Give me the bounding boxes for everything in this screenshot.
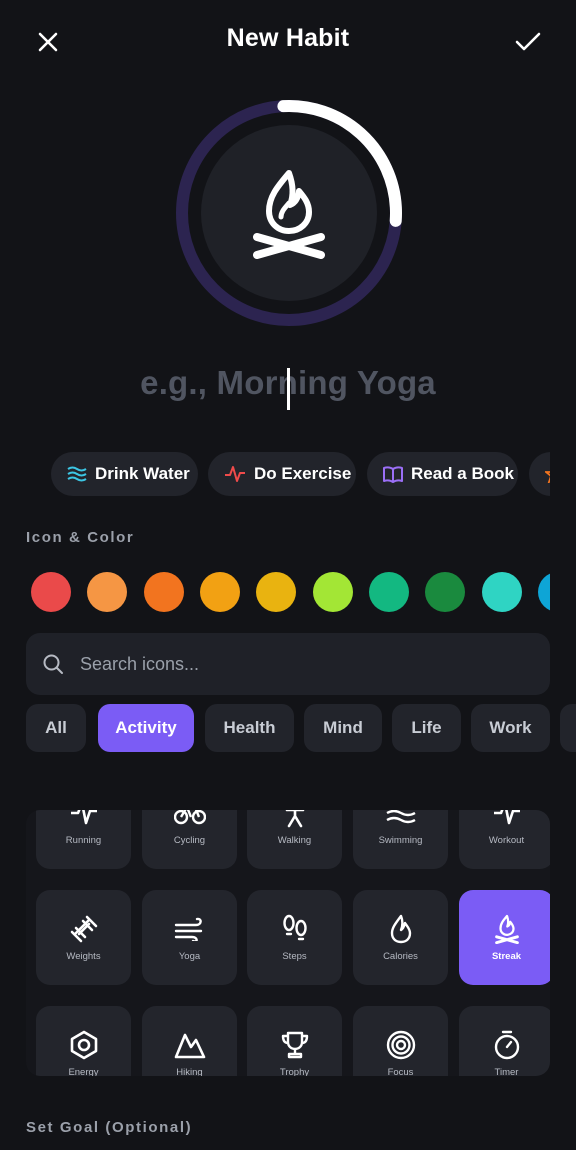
icon-tile-energy[interactable]: Energy <box>36 1006 131 1076</box>
icon-tile-weights[interactable]: Weights <box>36 890 131 985</box>
campfire-icon <box>494 914 519 944</box>
text-caret <box>287 368 290 410</box>
timer-icon <box>494 1030 519 1060</box>
icon-label: Timer <box>494 1067 519 1076</box>
search-icon <box>43 654 63 674</box>
tab-health[interactable]: Health <box>205 704 294 752</box>
icon-tile-workout[interactable]: Workout <box>459 810 550 869</box>
icon-label: Calories <box>383 951 418 962</box>
tab-more[interactable] <box>560 704 576 752</box>
icon-label: Yoga <box>178 951 201 962</box>
pulse-icon <box>225 466 245 482</box>
color-swatch-red[interactable] <box>31 572 71 612</box>
check-icon <box>515 32 541 51</box>
icon-tile-running[interactable]: Running <box>36 810 131 869</box>
icon-label: Running <box>65 835 102 846</box>
hexagon-icon <box>70 1030 97 1060</box>
wind-icon <box>174 917 202 941</box>
icon-label: Walking <box>277 835 312 846</box>
color-swatch-sky[interactable] <box>538 572 550 612</box>
icon-tile-calories[interactable]: Calories <box>353 890 448 985</box>
search-input[interactable] <box>78 652 522 676</box>
category-tabs: All Activity Health Mind Life Work <box>26 704 576 752</box>
pulse-icon <box>493 810 520 825</box>
target-icon <box>386 1030 415 1060</box>
icon-label: Energy <box>68 1067 99 1076</box>
color-swatch-teal[interactable] <box>482 572 522 612</box>
icon-tile-timer[interactable]: Timer <box>459 1006 550 1076</box>
suggestion-label: Drink Water <box>95 464 190 483</box>
icon-tile-swimming[interactable]: Swimming <box>353 810 448 869</box>
color-swatch-emerald[interactable] <box>369 572 409 612</box>
icon-label: Cycling <box>173 835 206 846</box>
campfire-icon <box>253 170 325 259</box>
icon-tile-focus[interactable]: Focus <box>353 1006 448 1076</box>
icon-tile-streak[interactable]: Streak <box>459 890 550 985</box>
color-swatch-lime[interactable] <box>313 572 353 612</box>
tab-activity[interactable]: Activity <box>98 704 194 752</box>
save-button[interactable] <box>508 22 548 62</box>
suggestion-chip-do-exercise[interactable]: Do Exercise <box>208 452 356 496</box>
color-swatch-yellow[interactable] <box>256 572 296 612</box>
bicycle-icon <box>173 810 206 825</box>
tab-life[interactable]: Life <box>392 704 461 752</box>
running-icon <box>70 810 97 825</box>
icon-label: Workout <box>488 835 525 846</box>
mountain-icon <box>174 1033 205 1059</box>
dumbbell-icon <box>70 915 97 943</box>
walking-icon <box>285 810 304 828</box>
set-goal-label: Set Goal (Optional) <box>26 1119 193 1136</box>
suggestion-chip-read-a-book[interactable]: Read a Book <box>367 452 518 496</box>
icon-tile-trophy[interactable]: Trophy <box>247 1006 342 1076</box>
icon-label: Hiking <box>176 1067 203 1076</box>
icon-grid: Running Cycling Walking Swimming Workout… <box>26 810 550 1076</box>
icon-label: Focus <box>387 1067 414 1076</box>
icon-tile-walking[interactable]: Walking <box>247 810 342 869</box>
icon-search-bar <box>26 633 550 695</box>
suggestion-chip-more[interactable] <box>529 452 550 496</box>
color-swatch-orange[interactable] <box>144 572 184 612</box>
waves-icon <box>385 810 416 824</box>
color-swatches <box>31 572 550 612</box>
color-swatch-amber[interactable] <box>200 572 240 612</box>
icon-tile-cycling[interactable]: Cycling <box>142 810 237 869</box>
color-swatch-green[interactable] <box>425 572 465 612</box>
suggestion-label: Read a Book <box>411 464 514 483</box>
icon-tile-hiking[interactable]: Hiking <box>142 1006 237 1076</box>
suggestion-label: Do Exercise <box>254 464 352 483</box>
habit-icon-preview[interactable] <box>173 97 405 329</box>
suggestion-chip-drink-water[interactable]: Drink Water <box>51 452 198 496</box>
trophy-icon <box>281 1031 308 1059</box>
color-swatch-light-orange[interactable] <box>87 572 127 612</box>
icon-tile-steps[interactable]: Steps <box>247 890 342 985</box>
icon-label: Weights <box>66 951 101 962</box>
icon-label: Trophy <box>279 1067 310 1076</box>
star-icon <box>545 471 550 483</box>
tab-mind[interactable]: Mind <box>304 704 382 752</box>
waves-icon <box>67 466 87 482</box>
icon-tile-yoga[interactable]: Yoga <box>142 890 237 985</box>
tab-work[interactable]: Work <box>471 704 550 752</box>
icon-label: Steps <box>282 951 307 962</box>
icon-label: Swimming <box>378 835 423 846</box>
suggestion-chips: Drink Water Do Exercise Read a Book <box>51 452 550 496</box>
flame-icon <box>390 914 411 944</box>
footprints-icon <box>282 914 307 941</box>
book-icon <box>383 466 403 483</box>
page-title: New Habit <box>226 24 350 52</box>
icon-label: Streak <box>491 951 522 962</box>
icon-color-label: Icon & Color <box>26 529 135 546</box>
tab-all[interactable]: All <box>26 704 86 752</box>
